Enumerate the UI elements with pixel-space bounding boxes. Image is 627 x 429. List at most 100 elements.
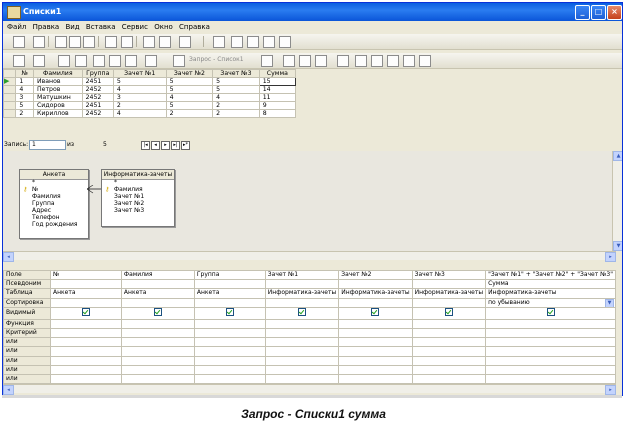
filter-icon[interactable] <box>283 55 295 67</box>
table-cell[interactable]: 4 <box>212 93 260 102</box>
record-selector[interactable] <box>3 109 17 118</box>
show-table-icon[interactable] <box>179 36 191 48</box>
qbe-cell[interactable]: Анкета <box>193 288 266 299</box>
table-cell[interactable]: 4 <box>165 93 214 102</box>
sort-asc-icon[interactable] <box>261 55 273 67</box>
scroll-up-icon[interactable]: ▲ <box>613 151 622 161</box>
sort-dropdown[interactable]: по убыванию ▼ <box>485 297 616 308</box>
qbe-cell[interactable]: Информатика-зачеты <box>264 288 340 299</box>
table-cell[interactable]: Кириллов <box>32 109 83 118</box>
qbe-cell[interactable] <box>120 297 195 308</box>
menu-insert[interactable]: Вставка <box>86 23 116 31</box>
record-number-input[interactable]: 1 <box>29 140 66 150</box>
visible-checkbox[interactable] <box>153 308 162 316</box>
record-selector[interactable] <box>3 101 17 110</box>
table-row[interactable]: 4 Петров 2452 4 5 5 14 <box>3 85 297 94</box>
scroll-down-icon[interactable]: ▼ <box>613 241 622 251</box>
design-view-icon[interactable] <box>13 55 25 67</box>
menu-edit[interactable]: Правка <box>33 23 60 31</box>
redo-icon[interactable] <box>121 36 133 48</box>
qbe-cell[interactable]: № <box>49 269 122 281</box>
table-cell[interactable]: 14 <box>258 85 297 94</box>
cut2-icon[interactable] <box>93 55 105 67</box>
table-cell[interactable]: 3 <box>15 93 34 102</box>
next-record-icon[interactable]: ▸ <box>161 141 170 150</box>
record-selector[interactable] <box>3 85 17 94</box>
qbe-hscrollbar[interactable]: ◂ ▸ <box>3 384 616 395</box>
qbe-scroll-left-icon[interactable]: ◂ <box>3 385 14 395</box>
visible-checkbox[interactable] <box>81 308 90 316</box>
chevron-down-icon[interactable]: ▼ <box>605 299 614 307</box>
minimize-button[interactable]: _ <box>575 5 590 20</box>
table-row[interactable]: 5 Сидоров 2451 2 5 2 9 <box>3 101 297 110</box>
qbe-cell[interactable] <box>264 297 340 308</box>
table-cell[interactable]: 2 <box>212 109 260 118</box>
qbe-cell[interactable]: Группа <box>193 269 266 281</box>
field-item[interactable]: Зачет №2 <box>102 200 174 207</box>
record-selector[interactable] <box>3 93 17 102</box>
column-header[interactable]: Зачет №2 <box>165 69 214 78</box>
run-icon[interactable] <box>159 36 171 48</box>
scroll-right-icon[interactable]: ▸ <box>605 252 616 262</box>
totals-icon[interactable] <box>213 36 225 48</box>
table-cell[interactable]: 15 <box>258 77 297 86</box>
qbe-scroll-right-icon[interactable]: ▸ <box>605 385 616 395</box>
table-cell[interactable]: Петров <box>32 85 83 94</box>
database-window-icon[interactable] <box>279 36 291 48</box>
field-item[interactable]: Зачет №1 <box>102 193 174 200</box>
cut-icon[interactable] <box>55 36 67 48</box>
copy2-icon[interactable] <box>109 55 121 67</box>
delete-record-icon[interactable] <box>371 55 383 67</box>
table-cell[interactable]: 2452 <box>81 109 114 118</box>
field-item[interactable]: ⚷ № <box>20 186 88 193</box>
maximize-button[interactable]: □ <box>591 5 606 20</box>
table-cell[interactable]: 11 <box>258 93 297 102</box>
table-cell[interactable]: 5 <box>165 77 214 86</box>
table-box-informatika[interactable]: Информатика-зачеты * ⚷ Фамилия Зачет №1 З… <box>101 169 175 227</box>
qbe-cell[interactable]: Информатика-зачеты <box>485 288 616 299</box>
record-selector[interactable]: ▶ <box>3 77 17 86</box>
table-cell[interactable]: 5 <box>165 85 214 94</box>
function-icon[interactable] <box>231 36 243 48</box>
table-cell[interactable]: 4 <box>112 85 167 94</box>
table-cell[interactable]: Иванов <box>32 77 83 86</box>
prev-record-icon[interactable]: ◂ <box>151 141 160 150</box>
menu-file[interactable]: Файл <box>7 23 26 31</box>
table-cell[interactable]: 2 <box>212 101 260 110</box>
field-item[interactable]: Адрес <box>20 207 88 214</box>
field-item[interactable]: Год рождения <box>20 221 88 228</box>
new-record-icon[interactable] <box>355 55 367 67</box>
visible-checkbox[interactable] <box>298 308 306 316</box>
builder-icon[interactable] <box>263 36 275 48</box>
table-box-anketa[interactable]: Анкета * ⚷ № Фамилия Группа Адрес Телефон… <box>19 169 89 239</box>
table-pane-scrollbar[interactable]: ▲ ▼ <box>612 151 622 251</box>
column-header[interactable]: Сумма <box>258 69 297 78</box>
field-item[interactable]: ⚷ Фамилия <box>102 186 174 193</box>
qbe-cell[interactable] <box>193 279 266 290</box>
field-item[interactable]: Зачет №3 <box>102 207 174 214</box>
visible-checkbox[interactable] <box>444 308 453 316</box>
field-item[interactable]: Телефон <box>20 214 88 221</box>
help-icon[interactable] <box>419 55 431 67</box>
qbe-cell[interactable] <box>264 279 340 290</box>
table-cell[interactable]: 4 <box>112 109 167 118</box>
qbe-cell[interactable]: "Зачет №1" + "Зачет №2" + "Зачет №3" <box>485 269 616 281</box>
save-icon[interactable] <box>33 36 45 48</box>
column-header[interactable]: Фамилия <box>32 69 83 78</box>
qbe-cell[interactable]: Анкета <box>120 288 195 299</box>
qbe-cell[interactable]: Зачет №1 <box>264 269 340 281</box>
table-cell[interactable]: 5 <box>112 77 167 86</box>
column-header[interactable]: № <box>15 69 34 78</box>
table-cell[interactable]: 5 <box>212 77 260 86</box>
paste-icon[interactable] <box>83 36 95 48</box>
qbe-cell[interactable]: Фамилия <box>120 269 195 281</box>
qbe-cell[interactable] <box>338 279 413 290</box>
menu-view[interactable]: Вид <box>65 23 79 31</box>
qbe-cell[interactable] <box>49 279 122 290</box>
table-cell[interactable]: 1 <box>15 77 34 86</box>
qbe-cell[interactable]: Информатика-зачеты <box>338 288 413 299</box>
visible-checkbox[interactable] <box>225 308 234 316</box>
table-cell[interactable]: 3 <box>112 93 167 102</box>
print-icon[interactable] <box>33 55 45 67</box>
qbe-cell[interactable]: Информатика-зачеты <box>411 288 487 299</box>
